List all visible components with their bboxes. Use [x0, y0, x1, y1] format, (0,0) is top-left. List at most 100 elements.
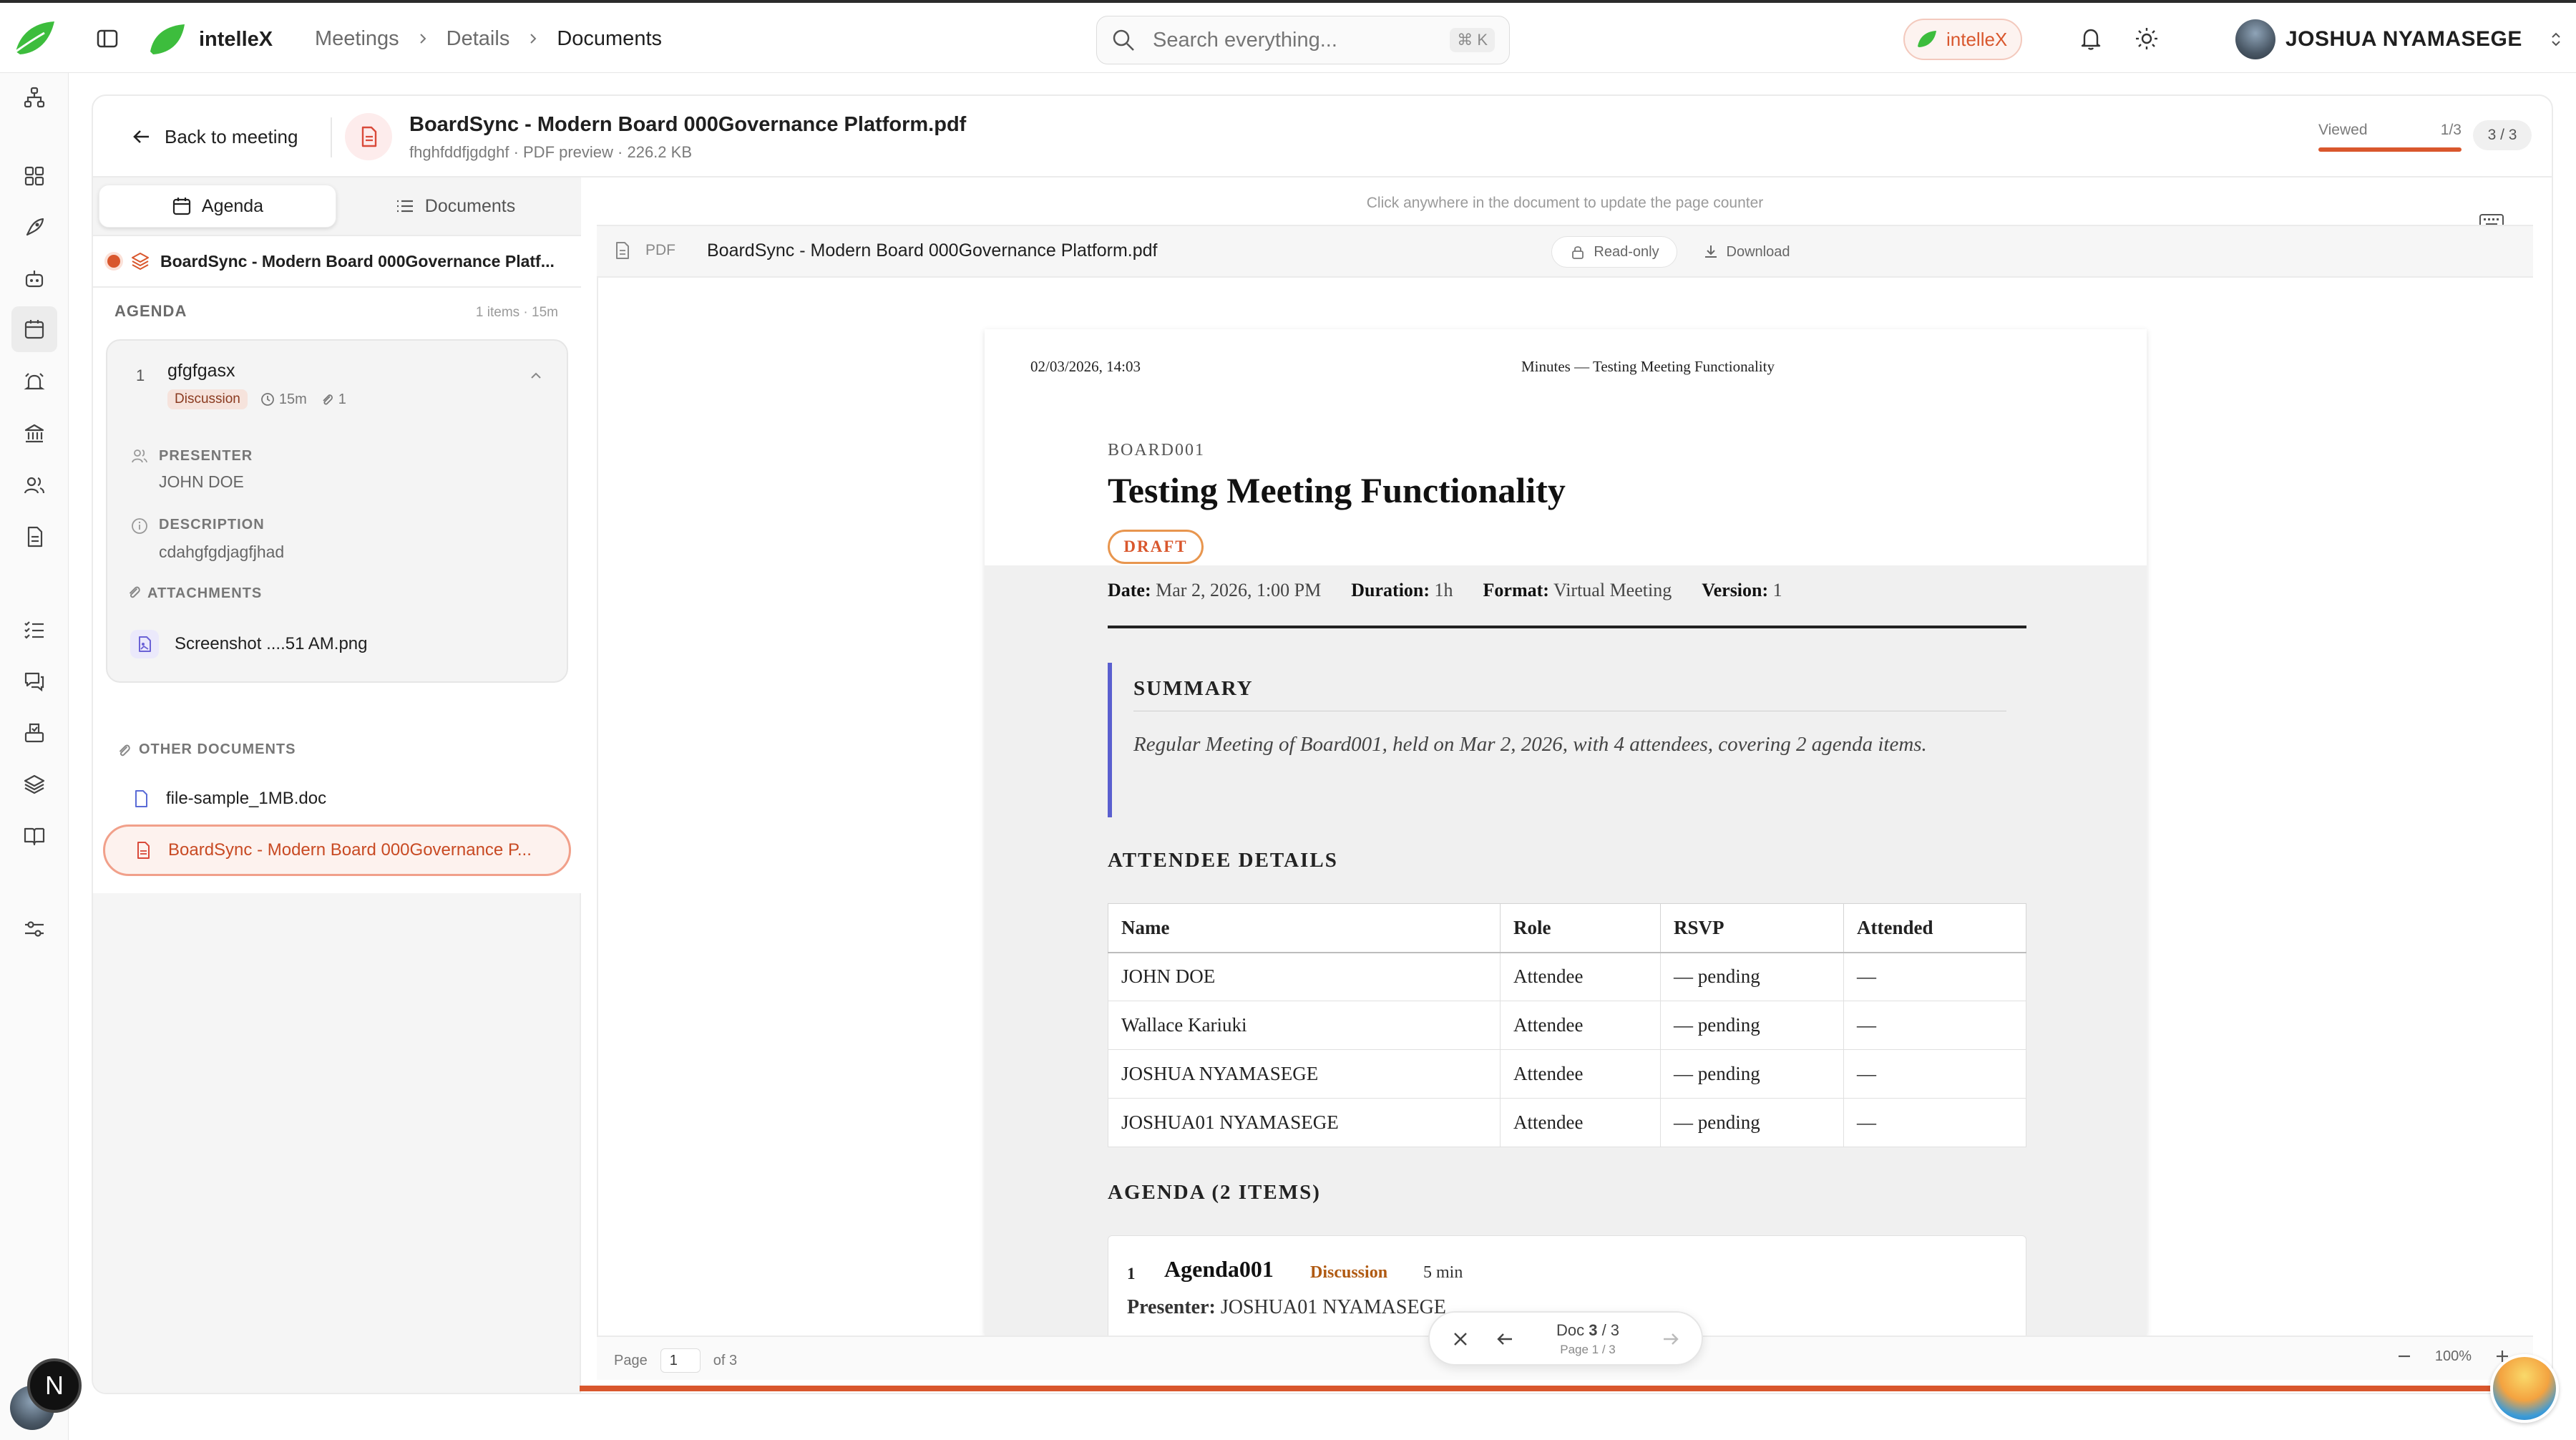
- table-cell: JOSHUA01 NYAMASEGE: [1108, 1098, 1501, 1147]
- table-cell: Attendee: [1500, 1001, 1661, 1050]
- agenda-item-card[interactable]: 1 gfgfgasx Discussion 15m 1 PRESENTER JO…: [106, 339, 568, 683]
- lock-icon: [1572, 246, 1584, 259]
- duration-value: 15m: [278, 391, 307, 407]
- pdf-meta-row: Date: Mar 2, 2026, 1:00 PM Duration: 1h …: [1108, 580, 2026, 628]
- viewer-header: Back to meeting BoardSync - Modern Board…: [93, 96, 2552, 177]
- viewed-count: 1/3: [2440, 122, 2462, 138]
- current-document-row[interactable]: BoardSync - Modern Board 000Governance P…: [93, 236, 581, 288]
- search-input[interactable]: [1153, 28, 1418, 52]
- org-chart-icon[interactable]: [20, 83, 49, 112]
- presenter-label: PRESENTER: [159, 448, 253, 464]
- global-search[interactable]: ⌘ K: [1096, 16, 1510, 64]
- paperclip-icon: [119, 744, 130, 756]
- download-label: Download: [1726, 243, 1790, 260]
- assistant-avatar[interactable]: [2490, 1354, 2559, 1423]
- page-label: Page: [614, 1352, 648, 1368]
- checklist-icon[interactable]: [20, 616, 49, 644]
- dashboard-icon[interactable]: [20, 162, 49, 190]
- viewed-progress-bar: [2318, 147, 2462, 152]
- workspace-name: intelleX: [1946, 28, 2008, 50]
- table-cell: Attendee: [1500, 1098, 1661, 1147]
- document-icon[interactable]: [20, 522, 49, 551]
- bank-icon[interactable]: [20, 419, 49, 448]
- next-dev-badge[interactable]: N: [27, 1358, 82, 1413]
- tab-agenda[interactable]: Agenda: [99, 185, 336, 228]
- pdf-status-badge: DRAFT: [1108, 530, 1204, 564]
- pdf-file-icon: [137, 842, 150, 859]
- tab-agenda-label: Agenda: [201, 195, 264, 216]
- left-rail: [0, 73, 69, 1440]
- presenter-label: Presenter:: [1127, 1296, 1216, 1318]
- layers-icon[interactable]: [20, 770, 49, 799]
- users-icon[interactable]: [20, 471, 49, 500]
- back-to-meeting-button[interactable]: Back to meeting: [132, 122, 298, 152]
- theme-toggle-sun-icon[interactable]: [2134, 26, 2160, 52]
- back-label: Back to meeting: [165, 125, 298, 147]
- sidebar-toggle-icon[interactable]: [96, 27, 119, 50]
- other-document-item-selected[interactable]: BoardSync - Modern Board 000Governance P…: [103, 824, 571, 876]
- tab-documents[interactable]: Documents: [336, 185, 574, 228]
- agenda-item-tags: Discussion 15m 1: [167, 389, 346, 409]
- pdf-meta-format: Format: Virtual Meeting: [1483, 580, 1672, 626]
- arrow-right-icon[interactable]: [1660, 1328, 1682, 1350]
- calendar-icon: [172, 198, 190, 215]
- other-document-name: file-sample_1MB.doc: [166, 789, 327, 808]
- reading-progress-bar: [580, 1386, 2555, 1391]
- table-cell: JOHN DOE: [1108, 952, 1501, 1001]
- document-meta: fhghfddfjgdghf · PDF preview · 226.2 KB: [409, 143, 692, 161]
- read-only-badge: Read-only: [1551, 236, 1677, 268]
- tab-documents-label: Documents: [424, 195, 516, 216]
- zoom-out-icon[interactable]: [2395, 1347, 2414, 1366]
- close-icon[interactable]: [1450, 1328, 1471, 1350]
- breadcrumb-details[interactable]: Details: [447, 27, 510, 51]
- settings-sliders-icon[interactable]: [20, 915, 49, 943]
- document-counter: 3 / 3: [2473, 120, 2532, 150]
- navigator-page-position: Page 1 / 3: [1560, 1343, 1616, 1356]
- book-icon[interactable]: [20, 822, 49, 850]
- description-value: cdahgfgdjagfjhad: [159, 543, 285, 561]
- pdf-agenda-tag: Discussion: [1310, 1263, 1388, 1282]
- calendar-icon[interactable]: [11, 306, 57, 352]
- chat-icon[interactable]: [20, 667, 49, 696]
- presenter-icon: [132, 449, 147, 463]
- other-document-item[interactable]: file-sample_1MB.doc: [103, 773, 571, 824]
- column-header: Name: [1108, 903, 1501, 953]
- page-number-input[interactable]: [660, 1348, 701, 1373]
- attendee-table: Name Role RSVP Attended JOHN DOE Attendee…: [1108, 903, 2026, 1147]
- active-dot-icon: [107, 255, 120, 268]
- pdf-agenda-duration: 5 min: [1423, 1263, 1463, 1282]
- chevron-up-icon[interactable]: [527, 366, 545, 385]
- chevron-updown-icon: [2552, 32, 2560, 47]
- document-navigator: Doc 3 / 3 Page 1 / 3: [1428, 1311, 1703, 1366]
- arrow-left-icon[interactable]: [1494, 1328, 1516, 1350]
- download-button[interactable]: Download: [1689, 236, 1803, 268]
- attachment-item[interactable]: Screenshot ....51 AM.png: [130, 630, 368, 658]
- vote-icon[interactable]: [20, 719, 49, 747]
- table-cell: Attendee: [1500, 952, 1661, 1001]
- notifications-bell-icon[interactable]: [2078, 26, 2104, 52]
- agenda-item-number: 1: [136, 366, 145, 384]
- breadcrumb-meetings[interactable]: Meetings: [315, 27, 399, 51]
- pdf-title: Testing Meeting Functionality: [1108, 470, 1566, 510]
- image-file-icon: [130, 630, 159, 658]
- app-logo-icon[interactable]: [13, 19, 57, 59]
- viewed-label: Viewed: [2318, 122, 2368, 138]
- attachment-name: Screenshot ....51 AM.png: [175, 634, 368, 653]
- page-total: of 3: [713, 1352, 738, 1368]
- table-row: JOHN DOE Attendee — pending —: [1108, 952, 2026, 1001]
- rocket-icon[interactable]: [20, 213, 49, 242]
- bot-icon[interactable]: [20, 265, 49, 293]
- pdf-page[interactable]: 02/03/2026, 14:03 Minutes — Testing Meet…: [985, 329, 2147, 1336]
- attachments-label: ATTACHMENTS: [147, 585, 263, 601]
- brand[interactable]: intelleX: [147, 20, 273, 59]
- page-control: Page of 3: [614, 1348, 737, 1373]
- pdf-summary-block: SUMMARY Regular Meeting of Board001, hel…: [1108, 663, 2026, 817]
- divider: [331, 117, 332, 157]
- workspace-pill[interactable]: intelleX: [1903, 19, 2022, 60]
- user-menu[interactable]: JOSHUA NYAMASEGE: [2235, 19, 2565, 60]
- alarm-icon[interactable]: [20, 368, 49, 397]
- meta-format-label: Format:: [1483, 580, 1549, 600]
- info-icon: [132, 518, 147, 534]
- attendee-heading: ATTENDEE DETAILS: [1108, 849, 1338, 872]
- summary-text: Regular Meeting of Board001, held on Mar…: [1133, 733, 1927, 756]
